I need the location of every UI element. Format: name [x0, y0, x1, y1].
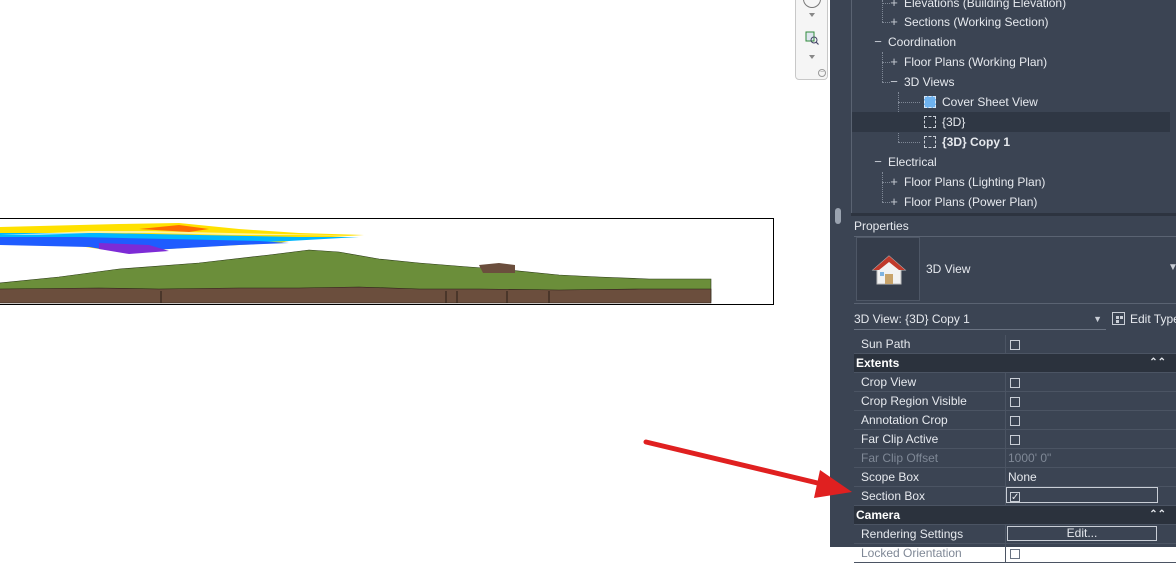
3d-view-icon	[924, 136, 936, 148]
property-label: Far Clip Active	[861, 432, 939, 446]
chevron-down-icon[interactable]	[809, 55, 815, 59]
chevron-down-icon[interactable]: ▼	[1168, 262, 1176, 273]
crop-region-visible-checkbox[interactable]	[1010, 397, 1020, 407]
property-label: Crop Region Visible	[861, 394, 967, 408]
section-box-field[interactable]	[1006, 487, 1158, 503]
property-label: Crop View	[861, 375, 917, 389]
property-row-rendering-settings[interactable]: Rendering Settings Edit...	[854, 525, 1176, 544]
group-label: Camera	[856, 508, 901, 522]
far-clip-active-checkbox[interactable]	[1010, 435, 1020, 445]
tree-item-3d-views[interactable]: −3D Views	[888, 72, 954, 92]
tree-item-3d[interactable]: {3D}	[852, 112, 1170, 132]
house-icon	[856, 237, 920, 301]
instance-selector[interactable]: 3D View: {3D} Copy 1 ▼	[854, 309, 1106, 330]
property-label: Annotation Crop	[861, 413, 948, 427]
property-row-far-clip-offset: Far Clip Offset 1000' 0"	[854, 449, 1176, 468]
group-header-camera[interactable]: Camera ⌃⌃	[854, 506, 1176, 525]
tree-item-floor-plans-working[interactable]: + Floor Plans (Working Plan)	[888, 52, 1047, 72]
tree-item-label: Floor Plans (Power Plan)	[904, 195, 1038, 209]
sun-path-checkbox[interactable]	[1010, 340, 1020, 350]
3d-view-icon	[924, 116, 936, 128]
edit-type-label: Edit Type	[1130, 312, 1176, 326]
tree-item-floor-plans-power[interactable]: + Floor Plans (Power Plan)	[888, 192, 1037, 212]
collapse-navbar-icon[interactable]: −	[818, 69, 826, 77]
collapse-icon[interactable]: −	[872, 152, 884, 172]
tree-item-label: Elevations (Building Elevation)	[904, 0, 1067, 10]
chevron-down-icon[interactable]: ▼	[1093, 309, 1102, 329]
property-row-annotation-crop[interactable]: Annotation Crop	[854, 411, 1176, 430]
expand-icon[interactable]: +	[888, 12, 900, 32]
panel-scrollbar[interactable]	[835, 208, 841, 224]
property-label: Scope Box	[861, 470, 920, 484]
tree-item-label: Floor Plans (Working Plan)	[904, 55, 1048, 69]
tree-item-label: {3D} Copy 1	[942, 135, 1011, 149]
tree-item-sections[interactable]: + Sections (Working Section)	[888, 12, 1049, 32]
locked-orientation-checkbox	[1010, 549, 1020, 559]
tree-item-label: {3D}	[942, 115, 966, 129]
tree-item-cover-sheet-view[interactable]: Cover Sheet View	[924, 92, 1038, 112]
chevron-double-up-icon[interactable]: ⌃⌃	[1149, 354, 1166, 372]
property-label: Far Clip Offset	[861, 451, 939, 465]
properties-title: Properties	[854, 219, 909, 233]
property-row-far-clip-active[interactable]: Far Clip Active	[854, 430, 1176, 449]
3d-section-view[interactable]	[0, 218, 774, 305]
tree-item-floor-plans-lighting[interactable]: + Floor Plans (Lighting Plan)	[888, 172, 1045, 192]
rendering-settings-edit-button[interactable]: Edit...	[1007, 526, 1157, 541]
tree-item-label: Electrical	[888, 155, 937, 169]
navigation-bar[interactable]: −	[795, 0, 828, 80]
panel-divider[interactable]	[851, 213, 1176, 216]
tree-item-electrical[interactable]: − Electrical	[872, 152, 937, 172]
crop-view-checkbox[interactable]	[1010, 378, 1020, 388]
annotation-crop-checkbox[interactable]	[1010, 416, 1020, 426]
tree-item-coordination[interactable]: − Coordination	[872, 32, 956, 52]
red-arrow-annotation	[643, 439, 852, 498]
terrain-section-graphic	[0, 223, 712, 304]
tree-item-label: Coordination	[888, 35, 957, 49]
property-row-sun-path[interactable]: Sun Path	[854, 335, 1176, 354]
scope-box-value[interactable]: None	[1008, 468, 1037, 486]
property-label: Section Box	[861, 489, 926, 503]
edit-type-button[interactable]: Edit Type	[1112, 309, 1176, 329]
type-name: 3D View	[926, 262, 971, 276]
property-label: Rendering Settings	[861, 527, 964, 541]
properties-grid[interactable]: Sun Path Extents ⌃⌃ Crop View Crop Regio…	[854, 335, 1176, 563]
section-box-checkbox[interactable]	[1010, 489, 1020, 507]
tree-item-label: 3D Views	[904, 75, 955, 89]
tree-item-3d-copy-1[interactable]: {3D} Copy 1	[924, 132, 1010, 152]
edit-type-icon	[1112, 312, 1125, 325]
cover-sheet-view-icon	[924, 96, 936, 108]
tree-item-label: Floor Plans (Lighting Plan)	[904, 175, 1046, 189]
expand-icon[interactable]: +	[888, 52, 900, 72]
chevron-down-icon[interactable]	[809, 13, 815, 17]
property-row-section-box[interactable]: Section Box	[854, 487, 1176, 507]
group-header-extents[interactable]: Extents ⌃⌃	[854, 354, 1176, 373]
expand-icon[interactable]: +	[888, 172, 900, 192]
zoom-region-icon[interactable]	[805, 31, 819, 45]
property-row-crop-view[interactable]: Crop View	[854, 373, 1176, 392]
property-row-scope-box[interactable]: Scope Box None	[854, 468, 1176, 487]
collapse-icon[interactable]: −	[872, 32, 884, 52]
project-browser[interactable]: + Elevations (Building Elevation) + Sectio…	[851, 0, 1176, 213]
property-row-crop-region-visible[interactable]: Crop Region Visible	[854, 392, 1176, 411]
steering-wheel-icon[interactable]	[803, 0, 821, 8]
expand-icon[interactable]: +	[888, 192, 900, 212]
collapse-icon[interactable]: −	[888, 72, 900, 92]
far-clip-offset-value: 1000' 0"	[1008, 451, 1052, 465]
tree-item-label: Sections (Working Section)	[904, 15, 1049, 29]
tree-item-label: Cover Sheet View	[942, 95, 1038, 109]
property-label: Sun Path	[861, 337, 911, 351]
group-label: Extents	[856, 356, 900, 370]
instance-selector-value: 3D View: {3D} Copy 1	[854, 312, 970, 326]
chevron-double-up-icon[interactable]: ⌃⌃	[1149, 506, 1166, 524]
